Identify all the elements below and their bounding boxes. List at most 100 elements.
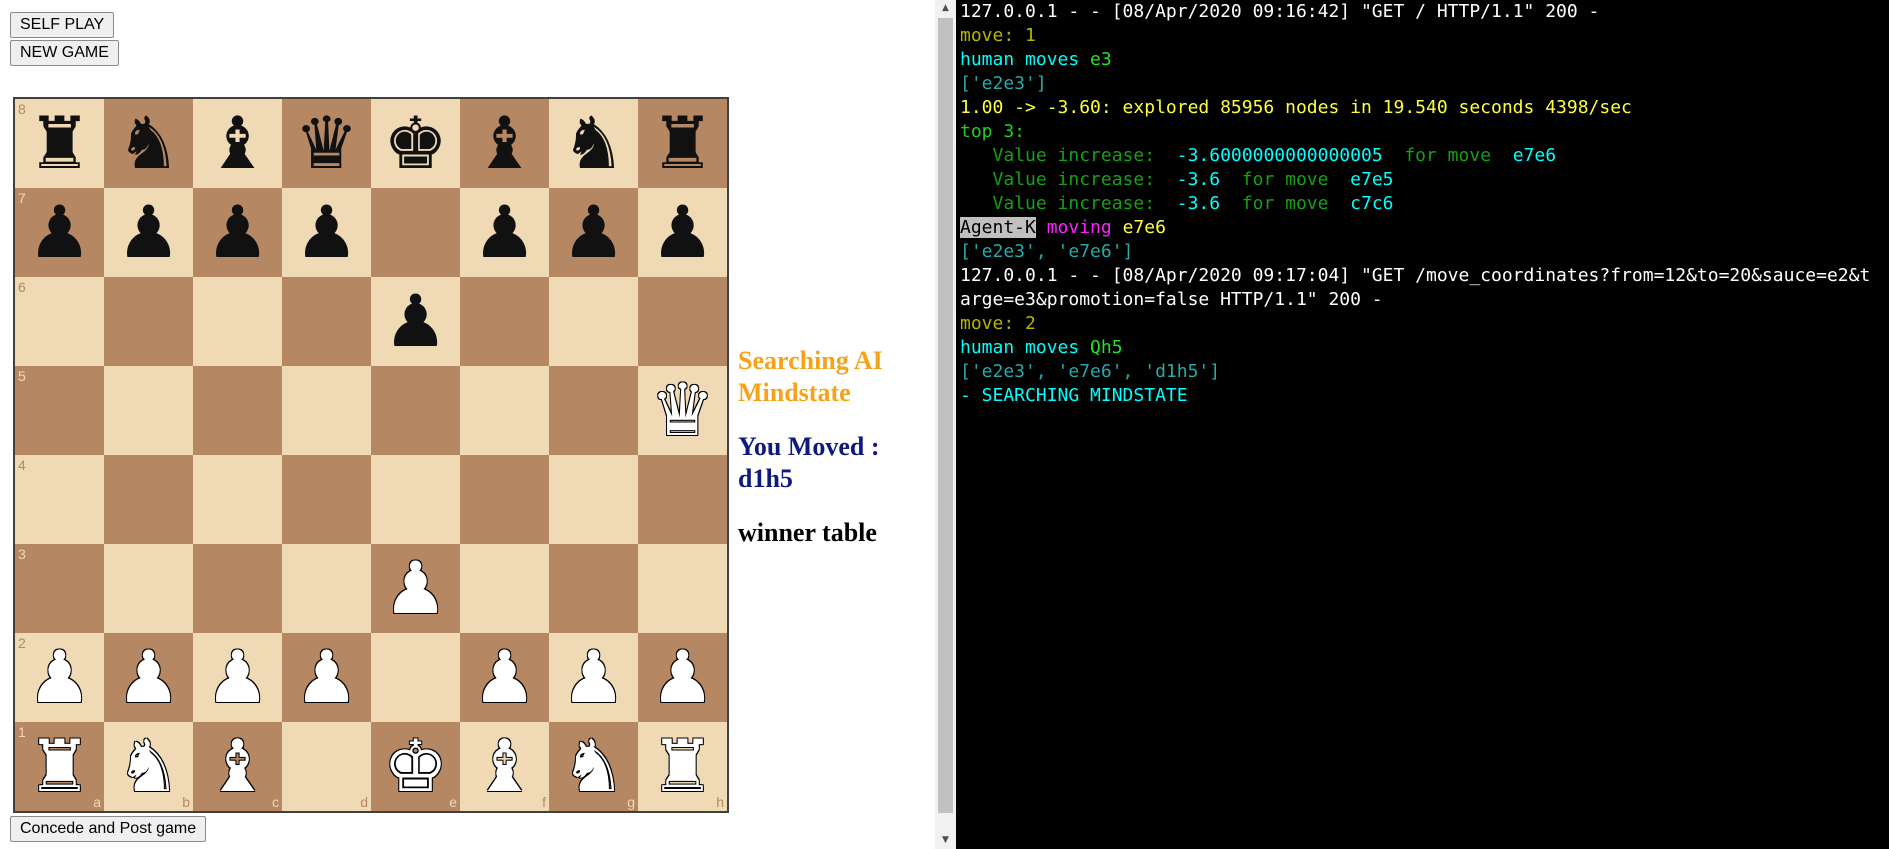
square-f4[interactable] [460, 455, 549, 544]
black-king-icon[interactable]: ♚ [371, 99, 460, 188]
square-b4[interactable] [104, 455, 193, 544]
square-a2[interactable]: 2 ♟ [15, 633, 104, 722]
square-d1[interactable]: d [282, 722, 371, 811]
black-pawn-icon[interactable]: ♟ [193, 188, 282, 277]
black-pawn-icon[interactable]: ♟ [371, 277, 460, 366]
white-rook-icon[interactable]: ♜ [638, 722, 727, 811]
square-a6[interactable]: 6 [15, 277, 104, 366]
square-a5[interactable]: 5 [15, 366, 104, 455]
square-b7[interactable]: ♟ [104, 188, 193, 277]
white-knight-icon[interactable]: ♞ [104, 722, 193, 811]
square-h7[interactable]: ♟ [638, 188, 727, 277]
square-d4[interactable] [282, 455, 371, 544]
square-g1[interactable]: g ♞ [549, 722, 638, 811]
square-e7[interactable] [371, 188, 460, 277]
black-knight-icon[interactable]: ♞ [549, 99, 638, 188]
square-d3[interactable] [282, 544, 371, 633]
square-d2[interactable]: ♟ [282, 633, 371, 722]
square-g8[interactable]: ♞ [549, 99, 638, 188]
black-pawn-icon[interactable]: ♟ [460, 188, 549, 277]
black-pawn-icon[interactable]: ♟ [15, 188, 104, 277]
white-pawn-icon[interactable]: ♟ [15, 633, 104, 722]
square-h6[interactable] [638, 277, 727, 366]
square-a8[interactable]: 8 ♜ [15, 99, 104, 188]
white-pawn-icon[interactable]: ♟ [638, 633, 727, 722]
square-a4[interactable]: 4 [15, 455, 104, 544]
square-g2[interactable]: ♟ [549, 633, 638, 722]
white-bishop-icon[interactable]: ♝ [193, 722, 282, 811]
square-g3[interactable] [549, 544, 638, 633]
chess-board[interactable]: 8 ♜ ♞ ♝ ♛ ♚ ♝ ♞ ♜ 7 ♟ ♟ ♟ ♟ ♟ ♟ ♟ 6 ♟ 5 ♛ 4 3 ♟ 2 ♟ ♟ ♟ ♟ ♟ ♟ ♟ 1 a ♜ b ♞ c ♝ d… [13, 97, 729, 813]
scroll-thumb[interactable] [938, 18, 953, 813]
white-pawn-icon[interactable]: ♟ [549, 633, 638, 722]
square-f8[interactable]: ♝ [460, 99, 549, 188]
square-e3[interactable]: ♟ [371, 544, 460, 633]
new-game-button[interactable]: NEW GAME [10, 40, 119, 66]
concede-button[interactable]: Concede and Post game [10, 816, 207, 842]
square-b2[interactable]: ♟ [104, 633, 193, 722]
square-h5[interactable]: ♛ [638, 366, 727, 455]
square-h3[interactable] [638, 544, 727, 633]
square-c6[interactable] [193, 277, 282, 366]
page-scrollbar[interactable]: ▲ ▼ [935, 0, 956, 849]
white-pawn-icon[interactable]: ♟ [104, 633, 193, 722]
square-b8[interactable]: ♞ [104, 99, 193, 188]
square-c4[interactable] [193, 455, 282, 544]
white-queen-icon[interactable]: ♛ [638, 366, 727, 455]
square-f3[interactable] [460, 544, 549, 633]
white-king-icon[interactable]: ♚ [371, 722, 460, 811]
white-pawn-icon[interactable]: ♟ [371, 544, 460, 633]
white-pawn-icon[interactable]: ♟ [460, 633, 549, 722]
black-knight-icon[interactable]: ♞ [104, 99, 193, 188]
square-g4[interactable] [549, 455, 638, 544]
scroll-down-arrow-icon[interactable]: ▼ [935, 832, 956, 849]
white-pawn-icon[interactable]: ♟ [193, 633, 282, 722]
square-g6[interactable] [549, 277, 638, 366]
black-queen-icon[interactable]: ♛ [282, 99, 371, 188]
square-d7[interactable]: ♟ [282, 188, 371, 277]
white-knight-icon[interactable]: ♞ [549, 722, 638, 811]
square-b5[interactable] [104, 366, 193, 455]
square-a7[interactable]: 7 ♟ [15, 188, 104, 277]
black-pawn-icon[interactable]: ♟ [549, 188, 638, 277]
white-pawn-icon[interactable]: ♟ [282, 633, 371, 722]
square-e1[interactable]: e ♚ [371, 722, 460, 811]
server-console[interactable]: 127.0.0.1 - - [08/Apr/2020 09:16:42] "GE… [956, 0, 1889, 849]
scroll-up-arrow-icon[interactable]: ▲ [935, 0, 956, 17]
square-e4[interactable] [371, 455, 460, 544]
square-e2[interactable] [371, 633, 460, 722]
square-f6[interactable] [460, 277, 549, 366]
square-f5[interactable] [460, 366, 549, 455]
square-a1[interactable]: 1 a ♜ [15, 722, 104, 811]
black-bishop-icon[interactable]: ♝ [193, 99, 282, 188]
square-c5[interactable] [193, 366, 282, 455]
square-e6[interactable]: ♟ [371, 277, 460, 366]
white-bishop-icon[interactable]: ♝ [460, 722, 549, 811]
square-d8[interactable]: ♛ [282, 99, 371, 188]
square-e5[interactable] [371, 366, 460, 455]
square-f7[interactable]: ♟ [460, 188, 549, 277]
square-g5[interactable] [549, 366, 638, 455]
square-c2[interactable]: ♟ [193, 633, 282, 722]
square-c7[interactable]: ♟ [193, 188, 282, 277]
square-a3[interactable]: 3 [15, 544, 104, 633]
black-pawn-icon[interactable]: ♟ [282, 188, 371, 277]
black-pawn-icon[interactable]: ♟ [104, 188, 193, 277]
square-c1[interactable]: c ♝ [193, 722, 282, 811]
square-g7[interactable]: ♟ [549, 188, 638, 277]
square-c3[interactable] [193, 544, 282, 633]
square-b1[interactable]: b ♞ [104, 722, 193, 811]
square-f2[interactable]: ♟ [460, 633, 549, 722]
self-play-button[interactable]: SELF PLAY [10, 12, 115, 38]
square-h2[interactable]: ♟ [638, 633, 727, 722]
square-h8[interactable]: ♜ [638, 99, 727, 188]
square-b6[interactable] [104, 277, 193, 366]
black-rook-icon[interactable]: ♜ [638, 99, 727, 188]
black-pawn-icon[interactable]: ♟ [638, 188, 727, 277]
black-rook-icon[interactable]: ♜ [15, 99, 104, 188]
square-f1[interactable]: f ♝ [460, 722, 549, 811]
black-bishop-icon[interactable]: ♝ [460, 99, 549, 188]
square-e8[interactable]: ♚ [371, 99, 460, 188]
white-rook-icon[interactable]: ♜ [15, 722, 104, 811]
square-d5[interactable] [282, 366, 371, 455]
